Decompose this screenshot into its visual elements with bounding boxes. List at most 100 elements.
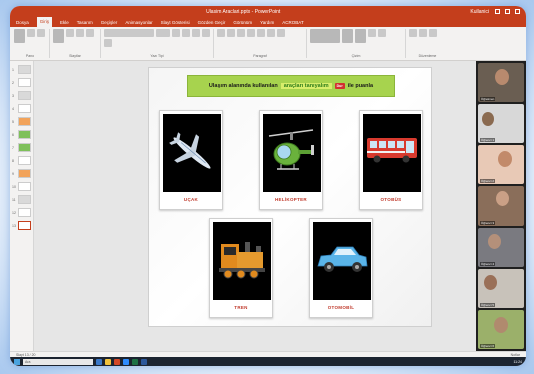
tab-acrobat[interactable]: ACROBAT [282, 20, 303, 25]
cut-icon[interactable] [27, 29, 35, 37]
tab-dosya[interactable]: Dosya [16, 20, 29, 25]
instruction-prefix: Ulaşım alanında kullanılan [208, 83, 278, 89]
vehicle-card[interactable]: HELİKOPTER [259, 110, 323, 210]
group-label-duzenleme: Düzenleme [418, 54, 437, 58]
edge-icon[interactable] [96, 358, 102, 365]
font-color-icon[interactable] [104, 39, 112, 47]
smartart-icon[interactable] [277, 29, 285, 37]
zoom-icon[interactable] [123, 358, 129, 365]
vehicle-card[interactable]: OTOMOBİL [309, 218, 373, 318]
select-icon[interactable] [429, 29, 437, 37]
slide-thumb[interactable]: 4 [12, 104, 31, 113]
arrange-icon[interactable] [342, 29, 353, 43]
participant-tile[interactable]: Öğrenci 4 [478, 227, 524, 267]
helicopter-icon [263, 114, 321, 192]
slide-number: 3 [12, 93, 14, 98]
user-name[interactable]: Kullanici [470, 9, 489, 15]
layout-icon[interactable] [66, 29, 74, 37]
tab-tasarim[interactable]: Tasarım [77, 20, 93, 25]
participant-tile[interactable]: Öğretmen [478, 63, 524, 103]
participant-name: Öğrenci 4 [480, 261, 496, 266]
tab-gorunum[interactable]: Görünüm [233, 20, 252, 25]
tab-animasyonlar[interactable]: Animasyonlar [125, 20, 152, 25]
window-controls [495, 9, 520, 14]
participant-tile[interactable]: Öğrenci 6 [478, 309, 524, 349]
slide-thumb[interactable]: 12 [12, 208, 31, 217]
slide-number: 12 [12, 210, 16, 215]
taskbar-search-input[interactable]: Ara [23, 358, 93, 365]
participant-tile[interactable]: Öğrenci 5 [478, 268, 524, 308]
participant-face [488, 233, 501, 249]
excel-icon[interactable] [132, 358, 138, 365]
vehicle-card[interactable]: TREN [209, 218, 273, 318]
slide-preview [18, 91, 31, 100]
shapes-gallery[interactable] [310, 29, 340, 43]
quick-styles-icon[interactable] [355, 29, 366, 43]
notes-toggle[interactable]: Notlar [511, 353, 520, 357]
powerpoint-icon[interactable] [114, 358, 120, 365]
taskbar-clock: 11:24 [513, 359, 523, 364]
bold-icon[interactable] [172, 29, 180, 37]
minimize-button[interactable] [495, 9, 500, 14]
section-icon[interactable] [86, 29, 94, 37]
current-slide[interactable]: Ulaşım alanında kullanılan araçları tanı… [148, 67, 432, 327]
align-left-icon[interactable] [247, 29, 255, 37]
replace-icon[interactable] [419, 29, 427, 37]
windows-start-icon[interactable] [14, 358, 20, 365]
participant-name: Öğrenci 5 [480, 302, 496, 307]
align-center-icon[interactable] [257, 29, 265, 37]
indent-icon[interactable] [237, 29, 245, 37]
slide-thumb-active[interactable]: 13 [12, 221, 31, 230]
font-name-select[interactable] [104, 29, 154, 37]
car-icon [313, 222, 371, 300]
find-icon[interactable] [409, 29, 417, 37]
strikethrough-icon[interactable] [202, 29, 210, 37]
slide-thumb[interactable]: 6 [12, 130, 31, 139]
reset-icon[interactable] [76, 29, 84, 37]
vehicle-card[interactable]: UÇAK [159, 110, 223, 210]
shape-fill-icon[interactable] [368, 29, 376, 37]
italic-icon[interactable] [182, 29, 190, 37]
vehicle-card[interactable]: OTOBÜS [359, 110, 423, 210]
shape-outline-icon[interactable] [378, 29, 386, 37]
slide-thumb[interactable]: 11 [12, 195, 31, 204]
tab-gozden-gecir[interactable]: Gözden Geçir [198, 20, 226, 25]
slide-thumb[interactable]: 9 [12, 169, 31, 178]
slide-thumb[interactable]: 1 [12, 65, 31, 74]
tab-ekle[interactable]: Ekle [60, 20, 69, 25]
align-right-icon[interactable] [267, 29, 275, 37]
slide-number: 6 [12, 132, 14, 137]
bullets-icon[interactable] [217, 29, 225, 37]
slide-thumb[interactable]: 10 [12, 182, 31, 191]
underline-icon[interactable] [192, 29, 200, 37]
new-slide-icon[interactable] [53, 29, 64, 43]
participant-tile[interactable]: Öğrenci 2 [478, 145, 524, 185]
tab-giris[interactable]: Giriş [36, 17, 53, 27]
copy-icon[interactable] [37, 29, 45, 37]
tab-slayt-gosterisi[interactable]: Slayt Gösterisi [161, 20, 190, 25]
numbering-icon[interactable] [227, 29, 235, 37]
participant-name: Öğrenci 1 [480, 138, 496, 143]
participant-name: Öğrenci 3 [480, 220, 496, 225]
maximize-button[interactable] [505, 9, 510, 14]
participant-tile[interactable]: Öğrenci 1 [478, 104, 524, 144]
slide-thumb[interactable]: 7 [12, 143, 31, 152]
slide-number: 8 [12, 158, 14, 163]
tab-yardim[interactable]: Yardım [260, 20, 274, 25]
participant-tile[interactable]: Öğrenci 3 [478, 186, 524, 226]
title-bar: Ulasim Araclari.pptx - PowerPoint Kullan… [10, 6, 526, 17]
slide-thumb[interactable]: 8 [12, 156, 31, 165]
close-button[interactable] [515, 9, 520, 14]
font-size-select[interactable] [156, 29, 170, 37]
tab-gecisler[interactable]: Geçişler [101, 20, 118, 25]
instruction-banner[interactable]: Ulaşım alanında kullanılan araçları tanı… [187, 75, 395, 97]
slide-thumb[interactable]: 2 [12, 78, 31, 87]
group-label-pano: Pano [25, 54, 35, 58]
word-icon[interactable] [141, 358, 147, 365]
file-explorer-icon[interactable] [105, 358, 111, 365]
slide-thumb[interactable]: 3 [12, 91, 31, 100]
window-title: Ulasim Araclari.pptx - PowerPoint [206, 8, 281, 15]
paste-icon[interactable] [14, 29, 25, 43]
slide-number: 13 [12, 223, 16, 228]
slide-thumb[interactable]: 5 [12, 117, 31, 126]
